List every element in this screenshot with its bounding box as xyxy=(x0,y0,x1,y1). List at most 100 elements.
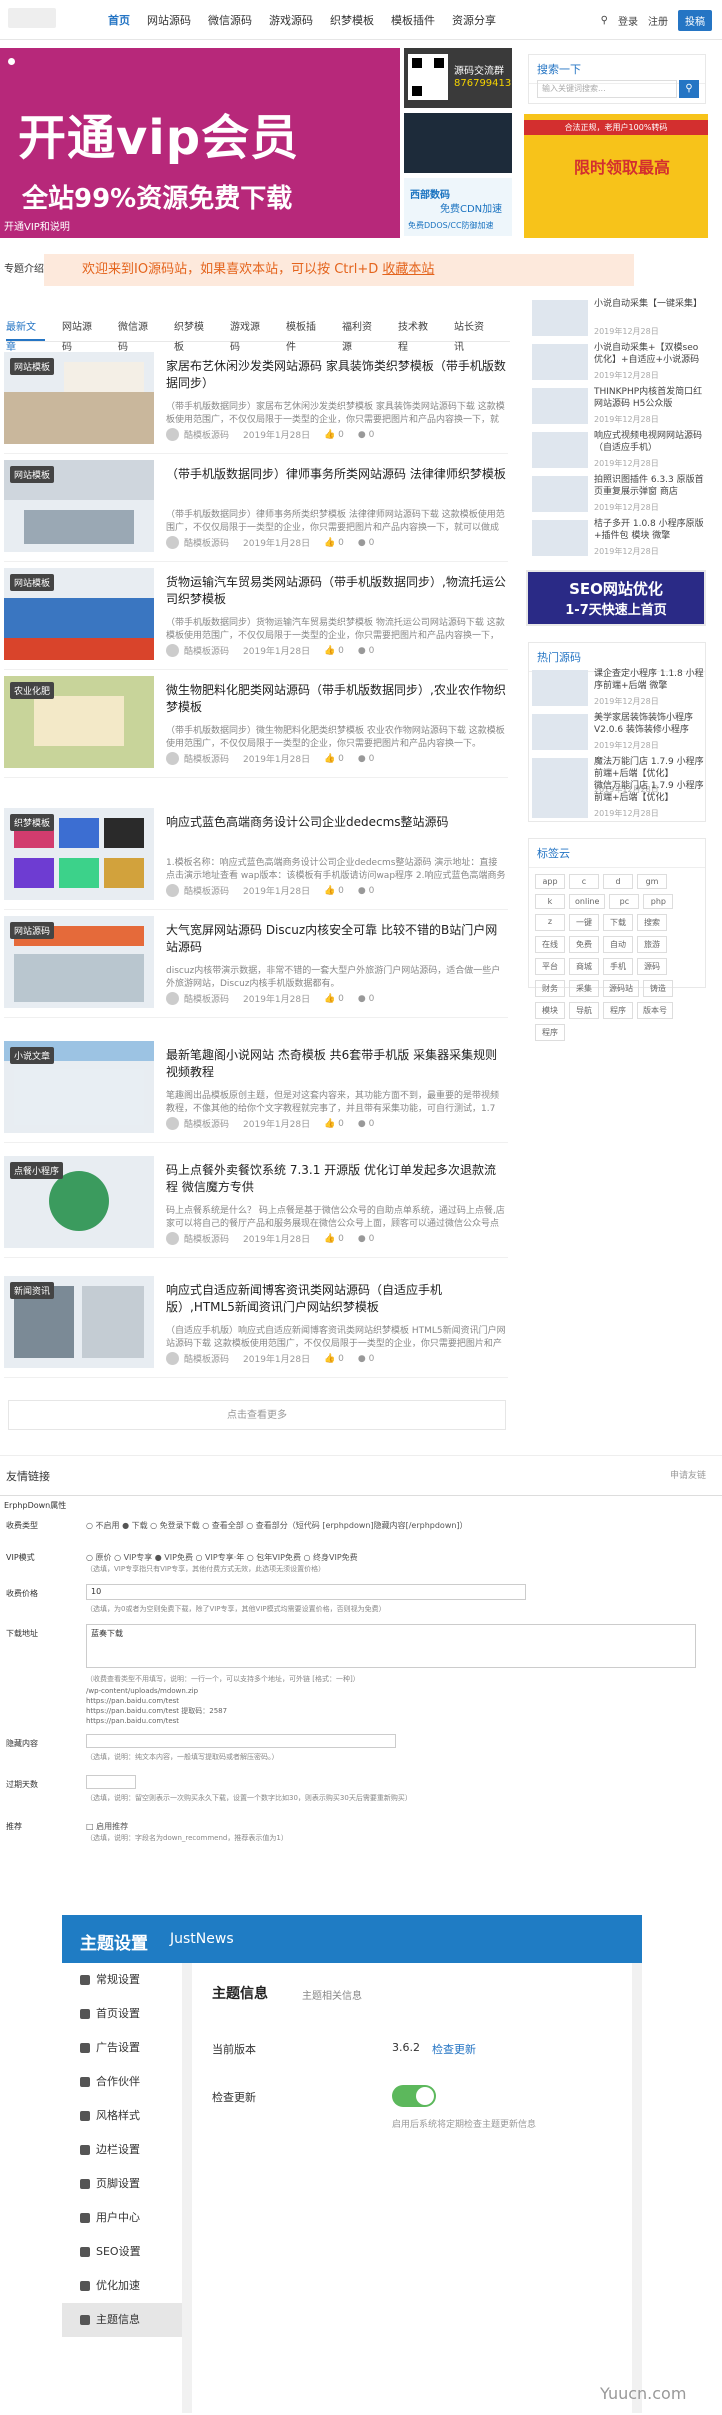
recent-thumb[interactable] xyxy=(532,476,588,512)
theme-menu-item[interactable]: 广告设置 xyxy=(62,2031,182,2065)
tag-item[interactable]: app xyxy=(535,874,565,889)
recent-item[interactable]: 桔子多开 1.0.8 小程序原版+插件包 模块 微擎 2019年12月28日 xyxy=(530,516,706,560)
post-title[interactable]: （带手机版数据同步）律师事务所类网站源码 法律律师织梦模板 xyxy=(166,466,506,483)
post-title[interactable]: 微生物肥料化肥类网站源码（带手机版数据同步）,农业农作物织梦模板 xyxy=(166,682,506,716)
thumbs-up-icon[interactable]: 👍 0 xyxy=(324,538,344,548)
author-avatar[interactable] xyxy=(166,752,179,765)
site-logo[interactable] xyxy=(8,8,56,28)
post-item[interactable]: 织梦模板 响应式蓝色高端商务设计公司企业dedecms整站源码 1.模板名称：响… xyxy=(4,802,508,910)
hidden-content-input[interactable] xyxy=(86,1734,396,1748)
recent-item[interactable]: 小说自动采集+【双模seo优化】+自适应+小说源码 2019年12月28日 xyxy=(530,340,706,384)
search-icon[interactable]: ⚲ xyxy=(601,15,608,26)
thumbs-up-icon[interactable]: 👍 0 xyxy=(324,646,344,656)
tag-item[interactable]: d xyxy=(603,874,633,889)
nav-item-template-plugin[interactable]: 模板插件 xyxy=(391,12,435,28)
tag-item[interactable]: 版本号 xyxy=(637,1002,673,1019)
author-avatar[interactable] xyxy=(166,992,179,1005)
nav-item-site-source[interactable]: 网站源码 xyxy=(147,12,191,28)
tag-item[interactable]: 导航 xyxy=(569,1002,599,1019)
tag-item[interactable]: 平台 xyxy=(535,958,565,975)
recent-title[interactable]: THINKPHP内核首发简口红网站源码 H5公众版 xyxy=(594,386,706,410)
hot-thumb[interactable] xyxy=(532,670,588,706)
tag-item[interactable]: 自动 xyxy=(603,936,633,953)
thumbs-up-icon[interactable]: 👍 0 xyxy=(324,754,344,764)
author-avatar[interactable] xyxy=(166,1352,179,1365)
recent-title[interactable]: 响应式视频电视网网站源码（自适应手机） xyxy=(594,430,706,454)
thumbs-up-icon[interactable]: 👍 0 xyxy=(324,1354,344,1364)
author-avatar[interactable] xyxy=(166,884,179,897)
thumbs-up-icon[interactable]: 👍 0 xyxy=(324,994,344,1004)
promo-ad[interactable]: 合法正规，老用户100%转码 限时领取最高 xyxy=(524,114,708,238)
theme-menu-item[interactable]: 页脚设置 xyxy=(62,2167,182,2201)
comment-icon[interactable]: ● 0 xyxy=(358,538,374,548)
bookmark-link[interactable]: 收藏本站 xyxy=(382,262,434,277)
post-category-badge[interactable]: 织梦模板 xyxy=(10,814,55,831)
post-title[interactable]: 响应式自适应新闻博客资讯类网站源码（自适应手机版）,HTML5新闻资讯门户网站织… xyxy=(166,1282,506,1316)
tag-item[interactable]: online xyxy=(569,894,606,909)
tag-item[interactable]: 程序 xyxy=(603,1002,633,1019)
tag-item[interactable]: 下载 xyxy=(603,914,633,931)
tag-item[interactable]: 在线 xyxy=(535,936,565,953)
author-avatar[interactable] xyxy=(166,1117,179,1130)
expire-days-input[interactable] xyxy=(86,1775,136,1789)
author-avatar[interactable] xyxy=(166,644,179,657)
recommend-checkbox[interactable]: □ 启用推荐 xyxy=(86,1821,128,1832)
cdn-ad[interactable]: 西部数码 免费CDN加速 免费DDOS/CC防御加速 xyxy=(404,178,512,236)
theme-menu-item[interactable]: 边栏设置 xyxy=(62,2133,182,2167)
tag-item[interactable]: pc xyxy=(609,894,640,909)
nav-item-game-source[interactable]: 游戏源码 xyxy=(269,12,313,28)
post-category-badge[interactable]: 网站模板 xyxy=(10,574,55,591)
tag-item[interactable]: 程序 xyxy=(535,1024,565,1041)
hot-title[interactable]: 美学家居装饰装饰小程序 V2.0.6 装饰装修小程序 xyxy=(594,712,706,736)
update-check-toggle[interactable] xyxy=(392,2085,436,2107)
thumbs-up-icon[interactable]: 👍 0 xyxy=(324,886,344,896)
hot-thumb[interactable] xyxy=(532,782,588,818)
theme-menu-item[interactable]: 风格样式 xyxy=(62,2099,182,2133)
post-item[interactable]: 新闻资讯 响应式自适应新闻博客资讯类网站源码（自适应手机版）,HTML5新闻资讯… xyxy=(4,1270,508,1378)
post-title[interactable]: 码上点餐外卖餐饮系统 7.3.1 开源版 优化订单发起多次退款流程 微信魔方专供 xyxy=(166,1162,506,1196)
recent-thumb[interactable] xyxy=(532,432,588,468)
comment-icon[interactable]: ● 0 xyxy=(358,886,374,896)
tag-item[interactable]: 模块 xyxy=(535,1002,565,1019)
tab-webmaster-news[interactable]: 站长资讯 xyxy=(454,318,493,353)
recent-thumb[interactable] xyxy=(532,520,588,556)
contribute-button[interactable]: 投稿 xyxy=(678,10,712,31)
recent-title[interactable]: 小说自动采集【一键采集】 xyxy=(594,298,706,322)
nav-item-home[interactable]: 首页 xyxy=(108,12,130,28)
post-author[interactable]: 酷模板源码 xyxy=(184,884,229,897)
post-item[interactable]: 网站模板 货物运输汽车贸易类网站源码（带手机版数据同步）,物流托运公司织梦模板 … xyxy=(4,562,508,670)
post-category-badge[interactable]: 新闻资讯 xyxy=(10,1282,55,1299)
tag-item[interactable]: 旅游 xyxy=(637,936,667,953)
hot-title[interactable]: 课企查定小程序 1.1.8 小程序前端+后端 微擎 xyxy=(594,668,706,692)
tag-item[interactable]: 源码站 xyxy=(603,980,639,997)
vip-banner[interactable]: 开通vip会员 全站99%资源免费下载 开通VIP和说明 xyxy=(0,48,400,238)
thumbs-up-icon[interactable]: 👍 0 xyxy=(324,1119,344,1129)
recent-item[interactable]: 小说自动采集【一键采集】 2019年12月28日 xyxy=(530,296,706,340)
tab-wechat-source[interactable]: 微信源码 xyxy=(118,318,157,353)
tag-item[interactable]: c xyxy=(569,874,599,889)
post-title[interactable]: 最新笔趣阁小说网站 杰奇模板 共6套带手机版 采集器采集规则视频教程 xyxy=(166,1047,506,1081)
price-input[interactable]: 10 xyxy=(86,1584,526,1600)
post-author[interactable]: 酷模板源码 xyxy=(184,644,229,657)
hot-item[interactable]: 美学家居装饰装饰小程序 V2.0.6 装饰装修小程序 2019年12月28日 xyxy=(530,710,706,754)
tag-item[interactable]: php xyxy=(643,894,674,909)
post-item[interactable]: 网站模板 家居布艺休闲沙发类网站源码 家具装饰类织梦模板（带手机版数据同步） （… xyxy=(4,346,508,454)
post-author[interactable]: 酷模板源码 xyxy=(184,428,229,441)
comment-icon[interactable]: ● 0 xyxy=(358,1354,374,1364)
recent-thumb[interactable] xyxy=(532,388,588,424)
tab-tutorial[interactable]: 技术教程 xyxy=(398,318,437,353)
tag-item[interactable]: 采集 xyxy=(569,980,599,997)
post-author[interactable]: 酷模板源码 xyxy=(184,1117,229,1130)
post-category-badge[interactable]: 网站模板 xyxy=(10,358,55,375)
post-category-badge[interactable]: 农业化肥 xyxy=(10,682,55,699)
tab-site-source[interactable]: 网站源码 xyxy=(62,318,101,353)
thumbs-up-icon[interactable]: 👍 0 xyxy=(324,1234,344,1244)
post-category-badge[interactable]: 网站模板 xyxy=(10,466,55,483)
theme-menu-item[interactable]: 合作伙伴 xyxy=(62,2065,182,2099)
load-more-button[interactable]: 点击查看更多 xyxy=(8,1400,506,1430)
theme-menu-item[interactable]: SEO设置 xyxy=(62,2235,182,2269)
theme-menu-item[interactable]: 首页设置 xyxy=(62,1997,182,2031)
theme-menu-item[interactable]: 优化加速 xyxy=(62,2269,182,2303)
recent-title[interactable]: 桔子多开 1.0.8 小程序原版+插件包 模块 微擎 xyxy=(594,518,706,542)
post-title[interactable]: 响应式蓝色高端商务设计公司企业dedecms整站源码 xyxy=(166,814,506,831)
